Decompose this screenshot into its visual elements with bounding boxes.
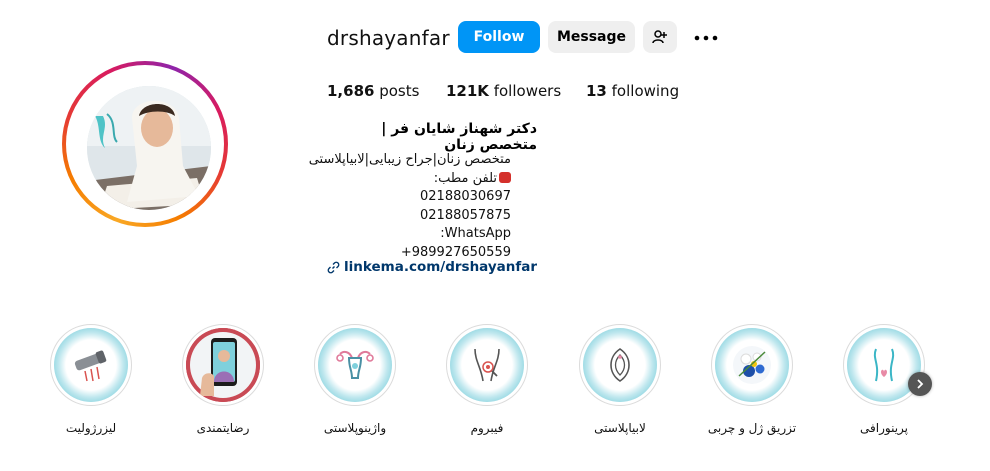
bio-phone-line: تلفن مطب: xyxy=(327,170,511,189)
suggest-user-button[interactable] xyxy=(643,21,677,53)
highlight-label: رضایتمندی xyxy=(196,421,250,435)
following-label: following xyxy=(611,82,680,100)
telephone-emoji-icon xyxy=(499,171,511,183)
highlight-cover[interactable] xyxy=(314,324,396,406)
highlight-item[interactable]: واژینوپلاستی xyxy=(309,324,401,435)
phone-hand-icon xyxy=(186,328,260,402)
bio-line: تلفن مطب: xyxy=(433,170,497,186)
highlight-label: تزریق ژل و چربی xyxy=(707,421,797,435)
chevron-right-icon xyxy=(917,379,924,389)
perineum-icon xyxy=(873,348,895,382)
profile-external-link[interactable]: linkema.com/drshayanfar xyxy=(327,259,537,275)
highlight-cover[interactable] xyxy=(182,324,264,406)
more-dots-icon xyxy=(694,35,718,41)
highlight-label: واژینوپلاستی xyxy=(323,421,387,435)
avatar-photo xyxy=(87,86,211,210)
laser-device-icon xyxy=(74,350,107,382)
followers-link[interactable]: 121K followers xyxy=(446,82,561,100)
message-button[interactable]: Message xyxy=(548,21,635,53)
bio-line: 02188057875 xyxy=(420,207,511,223)
following-value: 13 xyxy=(586,82,607,100)
highlights-next-button[interactable] xyxy=(908,372,932,396)
avatar[interactable] xyxy=(87,86,211,210)
profile-full-name: دکتر شهناز شایان فر | متخصص زنان xyxy=(381,121,537,153)
bio-line: متخصص زنان|جراح زیبایی|لابیاپلاستی xyxy=(308,152,511,167)
highlight-item[interactable]: لابیاپلاستی xyxy=(574,324,666,435)
highlight-label: پرینورافی xyxy=(860,421,908,435)
highlight-label: فیبروم xyxy=(470,421,504,435)
posts-value: 1,686 xyxy=(327,82,375,100)
bio-line: 02188030697 xyxy=(420,189,511,205)
bio-line: WhatsApp: xyxy=(440,226,511,242)
labia-icon xyxy=(610,348,630,382)
posts-count: 1,686 posts xyxy=(327,82,419,100)
highlight-cover[interactable] xyxy=(50,324,132,406)
highlight-item[interactable]: فیبروم xyxy=(441,324,533,435)
highlight-cover[interactable] xyxy=(579,324,661,406)
highlight-label: لیزرژولیت xyxy=(65,421,117,435)
add-user-icon xyxy=(652,30,667,44)
more-options-button[interactable] xyxy=(693,29,721,47)
avatar-ring-gap xyxy=(66,65,224,223)
pelvis-icon xyxy=(474,348,500,382)
followers-value: 121K xyxy=(446,82,489,100)
highlight-item[interactable]: لیزرژولیت xyxy=(45,324,137,435)
avatar-story-ring[interactable] xyxy=(62,61,228,227)
highlight-label: لابیاپلاستی xyxy=(594,421,646,435)
following-link[interactable]: 13 following xyxy=(586,82,679,100)
uterus-icon xyxy=(336,350,374,379)
followers-label: followers xyxy=(493,82,562,100)
link-text: linkema.com/drshayanfar xyxy=(344,259,538,275)
link-chain-icon xyxy=(327,261,340,273)
highlight-cover[interactable] xyxy=(446,324,528,406)
follow-button[interactable]: Follow xyxy=(458,21,540,53)
profile-bio: متخصص زنان|جراح زیبایی|لابیاپلاستی تلفن … xyxy=(308,151,511,263)
highlight-item[interactable]: تزریق ژل و چربی xyxy=(706,324,798,435)
highlight-cover[interactable] xyxy=(711,324,793,406)
flowers-icon xyxy=(733,346,771,384)
posts-label: posts xyxy=(379,82,420,100)
profile-username: drshayanfar xyxy=(327,26,450,50)
highlight-item[interactable]: رضایتمندی xyxy=(177,324,269,435)
